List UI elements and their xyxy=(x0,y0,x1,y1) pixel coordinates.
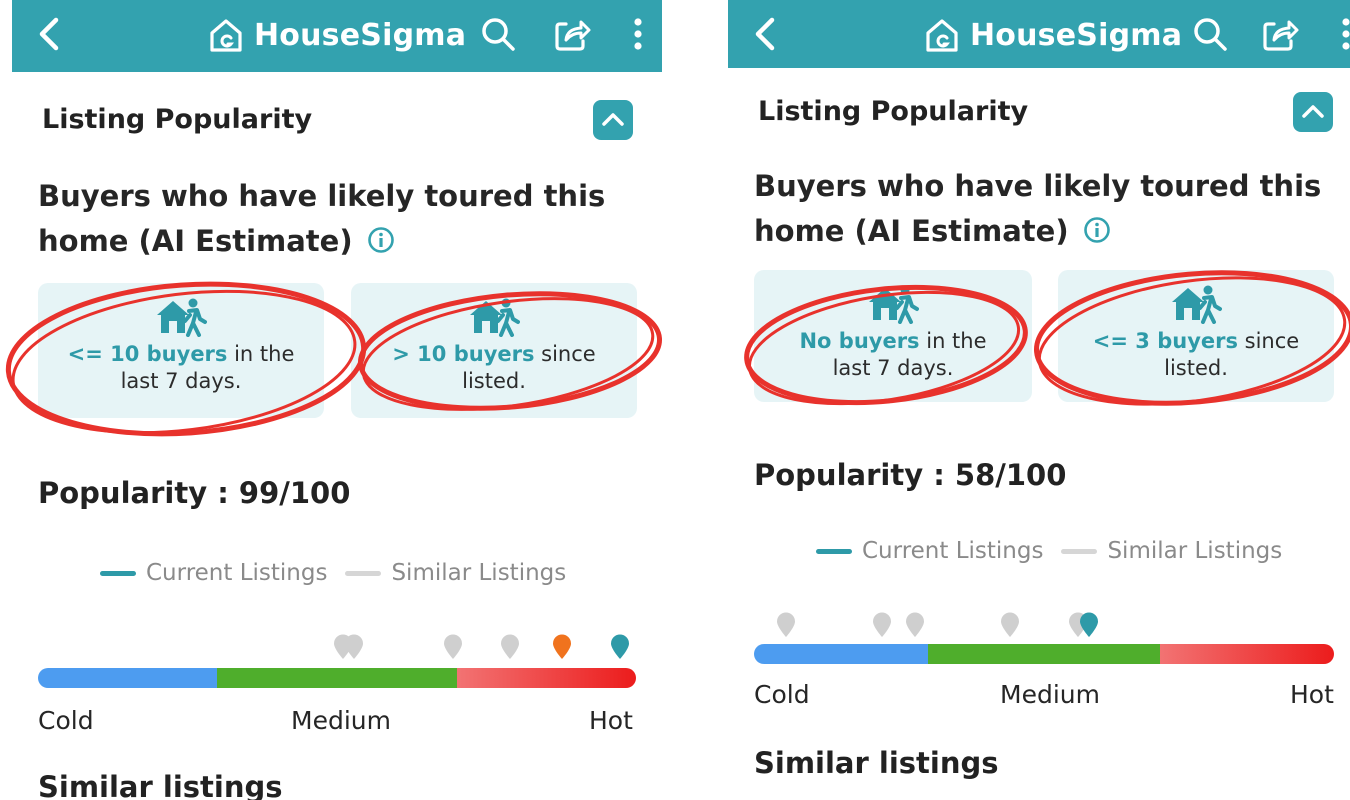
similar-listing-pin xyxy=(443,634,463,660)
current-listing-pin xyxy=(610,634,630,660)
buyers-toured-heading: Buyers who have likely toured this home … xyxy=(38,179,606,258)
current-listing-pin xyxy=(1079,612,1099,638)
scale-label-medium: Medium xyxy=(1000,680,1100,709)
collapse-button[interactable] xyxy=(1293,92,1333,132)
similar-listings-heading: Similar listings xyxy=(754,746,999,780)
info-icon[interactable] xyxy=(367,226,395,254)
legend-swatch-current xyxy=(816,548,852,554)
popularity-scale xyxy=(38,668,636,688)
scale-cold-segment xyxy=(38,668,218,688)
total-buyers-card: <= 3 buyers since listed. xyxy=(1058,270,1334,402)
section-title: Listing Popularity xyxy=(758,96,1029,127)
house-walker-icon xyxy=(470,298,520,337)
scale-medium-segment xyxy=(928,644,1160,664)
scale-label-hot: Hot xyxy=(589,706,633,735)
app-bar: HouseSigma xyxy=(12,0,662,72)
screenshot-panel-left: HouseSigma Listing Popularity Buyers who… xyxy=(0,0,670,800)
house-logo-icon xyxy=(926,19,958,52)
total-buyers-card: > 10 buyers since listed. xyxy=(351,283,637,418)
scale-cold-segment xyxy=(754,644,928,664)
brand: HouseSigma xyxy=(924,14,1182,56)
scale-label-cold: Cold xyxy=(754,680,810,709)
legend-current-label: Current Listings xyxy=(862,538,1044,564)
scale-hot-segment xyxy=(456,668,636,688)
scale-hot-segment xyxy=(1160,644,1334,664)
similar-listing-pin xyxy=(1000,612,1020,638)
section-title: Listing Popularity xyxy=(42,104,313,135)
legend-similar-label: Similar Listings xyxy=(1107,538,1283,564)
similar-listings-heading: Similar listings xyxy=(38,770,283,800)
similar-listing-pin xyxy=(776,612,796,638)
house-walker-icon xyxy=(869,285,919,324)
scale-medium-segment xyxy=(217,668,457,688)
search-icon[interactable] xyxy=(1190,14,1230,54)
scale-label-hot: Hot xyxy=(1290,680,1334,709)
brand: HouseSigma xyxy=(208,14,466,56)
house-walker-icon xyxy=(1172,285,1222,324)
back-arrow-icon[interactable] xyxy=(746,14,786,54)
recent-buyers-card: <= 10 buyers in the last 7 days. xyxy=(38,283,324,418)
legend-swatch-similar xyxy=(345,570,382,576)
app-bar: HouseSigma xyxy=(728,0,1350,68)
similar-listing-pin xyxy=(344,634,364,660)
search-icon[interactable] xyxy=(478,14,518,54)
similar-listing-pin xyxy=(872,612,892,638)
share-icon[interactable] xyxy=(552,14,592,54)
house-logo-icon xyxy=(210,19,242,52)
popularity-score: Popularity : 99/100 xyxy=(38,476,351,510)
app-title: HouseSigma xyxy=(254,17,467,53)
back-arrow-icon[interactable] xyxy=(30,14,70,54)
more-vertical-icon[interactable] xyxy=(618,14,658,54)
chevron-up-icon xyxy=(1302,105,1324,118)
info-icon[interactable] xyxy=(1083,216,1111,244)
chevron-up-icon xyxy=(602,113,624,126)
buyers-toured-heading: Buyers who have likely toured this home … xyxy=(754,169,1322,248)
chart-legend: Current Listings Similar Listings xyxy=(100,560,566,586)
app-title: HouseSigma xyxy=(970,17,1183,53)
similar-listing-pin xyxy=(905,612,925,638)
scale-label-cold: Cold xyxy=(38,706,94,735)
popularity-score: Popularity : 58/100 xyxy=(754,458,1067,492)
house-walker-icon xyxy=(157,298,207,337)
similar-listing-pin xyxy=(500,634,520,660)
popularity-scale xyxy=(754,644,1334,664)
share-icon[interactable] xyxy=(1260,14,1300,54)
similar-listing-pin xyxy=(552,634,572,660)
scale-label-medium: Medium xyxy=(291,706,391,735)
collapse-button[interactable] xyxy=(593,100,633,140)
legend-swatch-similar xyxy=(1061,548,1098,554)
screenshot-panel-right: HouseSigma Listing Popularity Buyers who… xyxy=(718,0,1350,800)
legend-current-label: Current Listings xyxy=(146,560,328,586)
recent-buyers-card: No buyers in the last 7 days. xyxy=(754,270,1032,402)
more-vertical-icon[interactable] xyxy=(1326,14,1350,54)
legend-similar-label: Similar Listings xyxy=(391,560,567,586)
legend-swatch-current xyxy=(100,570,136,576)
chart-legend: Current Listings Similar Listings xyxy=(816,538,1282,564)
